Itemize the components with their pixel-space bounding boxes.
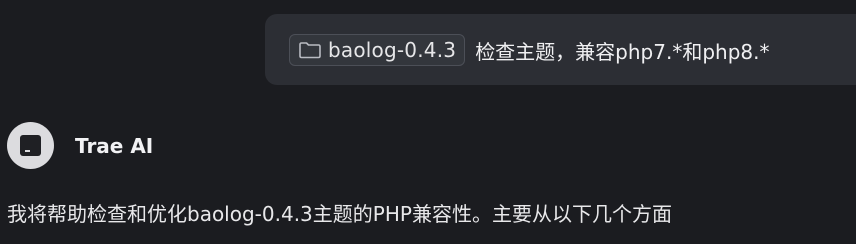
user-message-text: 检查主题，兼容php7.*和php8.* — [475, 39, 770, 64]
assistant-message-text: 我将帮助检查和优化baolog-0.4.3主题的PHP兼容性。主要从以下几个方面 — [7, 202, 672, 226]
assistant-header: Trae AI — [7, 122, 153, 169]
folder-attachment-chip[interactable]: baolog-0.4.3 — [289, 34, 466, 66]
folder-attachment-label: baolog-0.4.3 — [328, 38, 457, 62]
chat-panel: baolog-0.4.3 检查主题，兼容php7.*和php8.* Trae A… — [0, 0, 856, 244]
assistant-name: Trae AI — [75, 133, 154, 158]
user-message-bubble: baolog-0.4.3 检查主题，兼容php7.*和php8.* — [265, 14, 856, 85]
folder-icon — [298, 40, 322, 60]
trae-logo-icon — [7, 122, 54, 169]
user-message-line: baolog-0.4.3 检查主题，兼容php7.*和php8.* — [289, 32, 769, 68]
